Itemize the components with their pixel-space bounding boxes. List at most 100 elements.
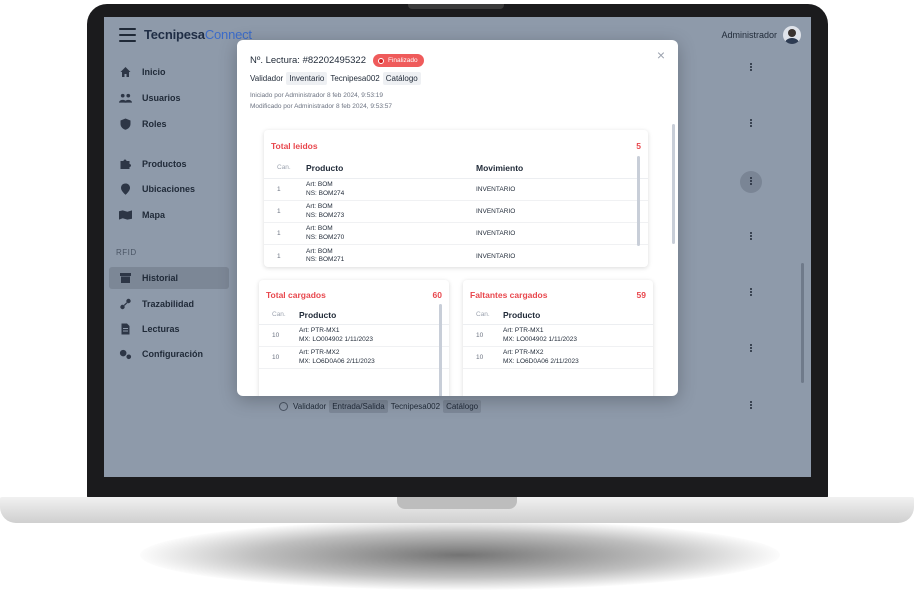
col-qty-header: Can. (272, 311, 286, 318)
sidebar-item-lecturas[interactable]: Lecturas (109, 318, 229, 340)
row-product: Art: BOM NS: BOM270 (306, 225, 476, 242)
row-mx: MX: LO004902 1/11/2023 (299, 335, 373, 343)
table-row[interactable]: 1 Art: BOM NS: BOM273 INVENTARIO (264, 201, 648, 223)
sidebar-item-label: Usuarios (142, 93, 181, 103)
row-menu-icon[interactable] (749, 400, 753, 412)
row-ns: NS: BOM271 (306, 256, 345, 263)
row-product: Art: PTR-MX1 MX: LO004902 1/11/2023 (503, 327, 577, 344)
col-movement-header: Movimiento (476, 162, 524, 173)
row-mx: MX: LO6D0A06 2/11/2023 (503, 357, 579, 365)
card-count: 60 (432, 290, 442, 300)
table-row[interactable]: 1 Art: BOM NS: BOM271 INVENTARIO (264, 245, 648, 267)
row-product: Art: PTR-MX2 MX: LO6D0A06 2/11/2023 (299, 349, 375, 366)
row-qty: 10 (476, 332, 484, 339)
sidebar-item-ubicaciones[interactable]: Ubicaciones (109, 178, 229, 200)
tag-catalog: Catálogo (382, 72, 421, 85)
laptop-notch (408, 4, 504, 9)
row-menu-icon[interactable] (749, 231, 753, 243)
home-icon (118, 66, 132, 78)
row-mx: MX: LO004902 1/11/2023 (503, 335, 577, 343)
sidebar-item-label: Lecturas (142, 324, 180, 334)
status-label: Finalizado (387, 57, 418, 64)
shield-icon (118, 118, 132, 130)
row-qty: 1 (277, 186, 281, 193)
row-ns: NS: BOM274 (306, 189, 345, 197)
row-radio[interactable] (279, 402, 288, 411)
sidebar-item-productos[interactable]: Productos (109, 153, 229, 175)
row-product: Art: BOM NS: BOM271 (306, 248, 476, 265)
table-row[interactable]: 10 Art: PTR-MX2 MX: LO6D0A06 2/11/2023 (463, 347, 653, 369)
card-title: Total cargados (266, 290, 326, 300)
row-art: Art: BOM (306, 225, 333, 232)
row-movement: INVENTARIO (476, 230, 516, 237)
tag-location: Tecnipesa002 (330, 74, 380, 83)
sidebar-item-historial[interactable]: Historial (109, 267, 229, 289)
modal-title: Nº. Lectura: #82202495322 (250, 55, 366, 66)
laptop-shadow (140, 520, 780, 590)
row-ns: NS: BOM273 (306, 211, 345, 219)
col-qty-header: Can. (476, 311, 490, 318)
sidebar-item-label: Configuración (142, 349, 203, 359)
row-movement: INVENTARIO (476, 208, 516, 215)
row-art: Art: PTR-MX2 (503, 349, 544, 356)
traceability-icon (118, 298, 132, 310)
hamburger-menu-icon[interactable] (119, 28, 136, 42)
card-scrollbar[interactable] (439, 304, 442, 396)
tag-type: Inventario (286, 72, 328, 85)
user-name[interactable]: Administrador (721, 30, 777, 40)
sidebar-item-mapa[interactable]: Mapa (109, 204, 229, 226)
table-row[interactable]: 10 Art: PTR-MX1 MX: LO004902 1/11/2023 (259, 325, 449, 347)
archive-icon (118, 272, 132, 284)
sidebar-section-rfid: RFID (116, 248, 137, 257)
row-qty: 10 (272, 354, 280, 361)
gears-icon (118, 348, 132, 360)
laptop-base-groove (397, 497, 517, 509)
row-label: Validador (293, 402, 327, 411)
sidebar-item-inicio[interactable]: Inicio (109, 61, 229, 83)
page-scrollbar[interactable] (801, 263, 804, 383)
row-art: Art: PTR-MX1 (503, 327, 544, 334)
sidebar-item-usuarios[interactable]: Usuarios (109, 87, 229, 109)
list-item[interactable]: Validador Entrada/Salida Tecnipesa002 Ca… (279, 400, 484, 413)
close-icon[interactable]: × (654, 48, 668, 62)
avatar[interactable] (783, 26, 801, 44)
started-info: Iniciado por Administrador 8 feb 2024, 9… (250, 92, 383, 99)
row-menu-icon[interactable] (749, 118, 753, 130)
row-menu-icon[interactable] (749, 62, 753, 74)
card-faltantes-cargados: Faltantes cargados 59 Can. Producto 10 A… (463, 280, 653, 396)
table-row[interactable]: 10 Art: PTR-MX2 MX: LO6D0A06 2/11/2023 (259, 347, 449, 369)
row-menu-icon[interactable] (749, 176, 753, 188)
sidebar-item-label: Mapa (142, 210, 166, 220)
users-icon (118, 92, 132, 104)
modified-info: Modificado por Administrador 8 feb 2024,… (250, 103, 393, 110)
tag-label: Validador (250, 74, 284, 83)
row-qty: 10 (272, 332, 280, 339)
brand-logo: TecnipesaConnect (144, 27, 252, 42)
table-row[interactable]: 10 Art: PTR-MX1 MX: LO004902 1/11/2023 (463, 325, 653, 347)
table-row[interactable]: 1 Art: BOM NS: BOM270 INVENTARIO (264, 223, 648, 245)
card-total-leidos: Total leidos 5 Can. Producto Movimiento … (264, 130, 648, 267)
row-product: Art: BOM NS: BOM273 (306, 203, 476, 220)
col-product-header: Producto (299, 309, 337, 320)
row-menu-icon[interactable] (749, 343, 753, 355)
row-product: Art: PTR-MX1 MX: LO004902 1/11/2023 (299, 327, 373, 344)
modal-scrollbar[interactable] (672, 124, 675, 244)
puzzle-icon (118, 158, 132, 170)
sidebar-item-configuracion[interactable]: Configuración (109, 343, 229, 365)
status-badge: Finalizado (372, 54, 424, 67)
brand-name-part1: Tecnipesa (144, 27, 205, 42)
sidebar-item-trazabilidad[interactable]: Trazabilidad (109, 293, 229, 315)
card-scrollbar[interactable] (637, 156, 640, 246)
card-title: Faltantes cargados (470, 290, 548, 300)
row-art: Art: PTR-MX2 (299, 349, 340, 356)
row-menu-hover[interactable] (740, 171, 762, 193)
sidebar-item-label: Historial (142, 273, 179, 283)
table-row[interactable]: 1 Art: BOM NS: BOM274 INVENTARIO (264, 179, 648, 201)
row-art: Art: BOM (306, 181, 333, 188)
row-type-chip: Entrada/Salida (329, 400, 388, 413)
row-catalog-chip: Catálogo (443, 400, 482, 413)
sidebar-item-roles[interactable]: Roles (109, 113, 229, 135)
col-qty-header: Can. (277, 164, 291, 171)
row-menu-icon[interactable] (749, 287, 753, 299)
modal-header: Nº. Lectura: #82202495322 Finalizado Val… (250, 54, 424, 112)
